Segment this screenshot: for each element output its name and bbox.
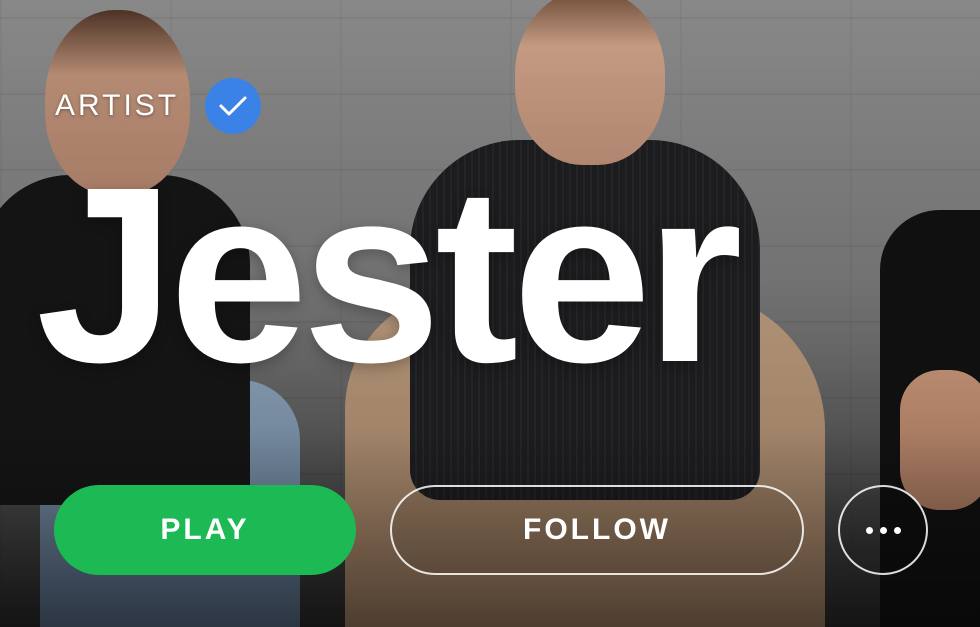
- more-options-icon: [893, 526, 901, 534]
- follow-button[interactable]: FOLLOW: [390, 485, 804, 575]
- artist-type-label: ARTIST: [55, 89, 180, 122]
- artist-name: Jester: [36, 135, 743, 414]
- artist-hero-header: ARTIST Jester PLAY FOLLOW: [0, 0, 980, 627]
- artist-actions: PLAY FOLLOW: [54, 485, 928, 575]
- more-options-icon: [879, 526, 887, 534]
- more-options-button[interactable]: [838, 485, 928, 575]
- verified-check-icon: [205, 78, 262, 134]
- play-button[interactable]: PLAY: [54, 485, 356, 575]
- more-options-icon: [865, 526, 873, 534]
- artist-type-row: ARTIST: [55, 78, 262, 134]
